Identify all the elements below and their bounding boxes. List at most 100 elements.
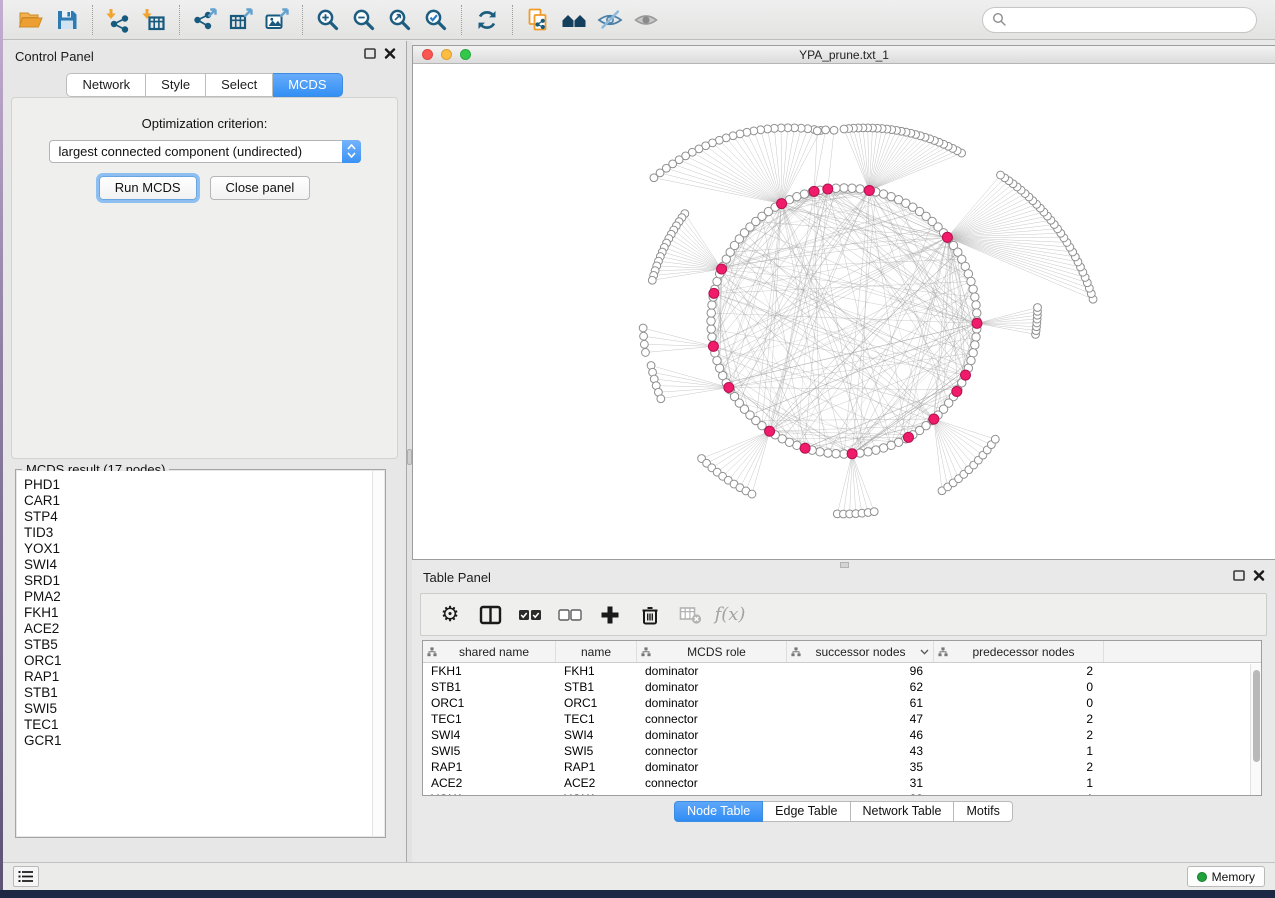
import-network-button[interactable] bbox=[100, 3, 136, 37]
zoom-fit-button[interactable] bbox=[382, 3, 418, 37]
zoom-selected-button[interactable] bbox=[418, 3, 454, 37]
tab-mcds[interactable]: MCDS bbox=[273, 73, 342, 97]
cell-name[interactable]: SWI5 bbox=[556, 744, 637, 758]
table-settings-button[interactable]: ⚙ bbox=[435, 600, 465, 630]
mcds-hub-node[interactable] bbox=[972, 318, 982, 328]
table-row[interactable]: ACE2ACE2connector311 bbox=[423, 775, 1261, 791]
cell-shared_name[interactable]: TEC1 bbox=[423, 712, 556, 726]
network-overview-button[interactable] bbox=[556, 3, 592, 37]
network-node[interactable] bbox=[639, 324, 647, 332]
tab-style[interactable]: Style bbox=[146, 73, 206, 97]
close-panel-button[interactable]: Close panel bbox=[210, 176, 311, 200]
network-node[interactable] bbox=[864, 448, 872, 456]
cell-shared_name[interactable]: FKH1 bbox=[423, 664, 556, 678]
cell-predecessor_nodes[interactable]: 2 bbox=[934, 760, 1104, 774]
network-canvas[interactable] bbox=[413, 64, 1275, 559]
network-node[interactable] bbox=[832, 450, 840, 458]
cell-successor_nodes[interactable]: 62 bbox=[787, 680, 934, 694]
network-node[interactable] bbox=[848, 184, 856, 192]
table-row[interactable]: TEC1TEC1connector472 bbox=[423, 711, 1261, 727]
mcds-hub-node[interactable] bbox=[961, 370, 971, 380]
network-node[interactable] bbox=[879, 444, 887, 452]
cell-successor_nodes[interactable]: 96 bbox=[787, 664, 934, 678]
close-panel-icon[interactable] bbox=[384, 48, 396, 59]
tab-network[interactable]: Network bbox=[66, 73, 146, 97]
mcds-hub-node[interactable] bbox=[823, 184, 833, 194]
mcds-node-item[interactable]: PHD1 bbox=[24, 477, 384, 493]
cell-shared_name[interactable]: RAP1 bbox=[423, 760, 556, 774]
export-network-button[interactable] bbox=[187, 3, 223, 37]
copy-network-button[interactable] bbox=[520, 3, 556, 37]
float-panel-icon[interactable] bbox=[364, 48, 376, 59]
mcds-node-item[interactable]: SRD1 bbox=[24, 573, 384, 589]
cell-name[interactable]: ACE2 bbox=[556, 776, 637, 790]
mcds-node-item[interactable]: PMA2 bbox=[24, 589, 384, 605]
mcds-node-item[interactable]: STB5 bbox=[24, 637, 384, 653]
cell-predecessor_nodes[interactable]: 1 bbox=[934, 792, 1104, 796]
mcds-hub-node[interactable] bbox=[765, 426, 775, 436]
network-node[interactable] bbox=[642, 349, 650, 357]
cell-predecessor_nodes[interactable]: 1 bbox=[934, 744, 1104, 758]
cell-shared_name[interactable]: ORC1 bbox=[423, 696, 556, 710]
export-image-button[interactable] bbox=[259, 3, 295, 37]
network-node[interactable] bbox=[707, 309, 715, 317]
tab-motifs[interactable]: Motifs bbox=[954, 801, 1012, 822]
column-header-name[interactable]: name bbox=[556, 641, 637, 662]
mcds-node-item[interactable]: TID3 bbox=[24, 525, 384, 541]
cell-mcds_role[interactable]: connector bbox=[637, 776, 787, 790]
table-row[interactable]: ORC1ORC1dominator610 bbox=[423, 695, 1261, 711]
cell-shared_name[interactable]: STB1 bbox=[423, 680, 556, 694]
column-header-mcds-role[interactable]: MCDS role bbox=[637, 641, 787, 662]
cell-mcds_role[interactable]: connector bbox=[637, 712, 787, 726]
table-row[interactable]: STB1STB1dominator620 bbox=[423, 679, 1261, 695]
mcds-node-item[interactable]: STP4 bbox=[24, 509, 384, 525]
column-header-shared-name[interactable]: shared name bbox=[423, 641, 556, 662]
mcds-hub-node[interactable] bbox=[724, 383, 734, 393]
network-node[interactable] bbox=[856, 185, 864, 193]
network-node[interactable] bbox=[972, 301, 980, 309]
network-node[interactable] bbox=[707, 317, 715, 325]
float-panel-icon[interactable] bbox=[1233, 570, 1245, 581]
network-node[interactable] bbox=[822, 126, 830, 134]
network-node[interactable] bbox=[640, 332, 648, 340]
mcds-node-item[interactable]: ORC1 bbox=[24, 653, 384, 669]
network-node[interactable] bbox=[830, 126, 838, 134]
import-table-button[interactable] bbox=[136, 3, 172, 37]
mcds-hub-node[interactable] bbox=[903, 432, 913, 442]
cell-name[interactable]: FKH1 bbox=[556, 664, 637, 678]
network-node[interactable] bbox=[650, 174, 658, 182]
cell-shared_name[interactable]: SWI5 bbox=[423, 744, 556, 758]
network-node[interactable] bbox=[997, 171, 1005, 179]
table-row[interactable]: FKH1FKH1dominator962 bbox=[423, 663, 1261, 679]
cell-predecessor_nodes[interactable]: 0 bbox=[934, 680, 1104, 694]
refresh-layout-button[interactable] bbox=[469, 3, 505, 37]
mcds-node-item[interactable]: STB1 bbox=[24, 685, 384, 701]
mcds-hub-node[interactable] bbox=[800, 443, 810, 453]
mcds-node-item[interactable]: CAR1 bbox=[24, 493, 384, 509]
cell-mcds_role[interactable]: dominator bbox=[637, 728, 787, 742]
mcds-hub-node[interactable] bbox=[942, 232, 952, 242]
task-history-button[interactable] bbox=[13, 866, 39, 887]
network-node[interactable] bbox=[713, 356, 721, 364]
open-file-button[interactable] bbox=[13, 3, 49, 37]
network-node[interactable] bbox=[969, 349, 977, 357]
mcds-hub-node[interactable] bbox=[777, 199, 787, 209]
cell-predecessor_nodes[interactable]: 1 bbox=[934, 776, 1104, 790]
cell-name[interactable]: STB1 bbox=[556, 680, 637, 694]
cell-successor_nodes[interactable]: 31 bbox=[787, 776, 934, 790]
cell-successor_nodes[interactable]: 43 bbox=[787, 744, 934, 758]
network-node[interactable] bbox=[640, 340, 648, 348]
delete-column-button[interactable] bbox=[635, 600, 665, 630]
cell-shared_name[interactable]: ACE2 bbox=[423, 776, 556, 790]
cell-successor_nodes[interactable]: 29 bbox=[787, 792, 934, 796]
network-node[interactable] bbox=[813, 127, 821, 135]
network-node[interactable] bbox=[707, 325, 715, 333]
cell-predecessor_nodes[interactable]: 2 bbox=[934, 664, 1104, 678]
table-row[interactable]: SWI4SWI4dominator462 bbox=[423, 727, 1261, 743]
horizontal-splitter-grip[interactable] bbox=[840, 562, 849, 568]
mcds-hub-node[interactable] bbox=[864, 185, 874, 195]
select-all-button[interactable] bbox=[515, 600, 545, 630]
table-row[interactable]: YOX1YOX1connector291 bbox=[423, 791, 1261, 796]
network-node[interactable] bbox=[648, 276, 656, 284]
mcds-node-item[interactable]: RAP1 bbox=[24, 669, 384, 685]
